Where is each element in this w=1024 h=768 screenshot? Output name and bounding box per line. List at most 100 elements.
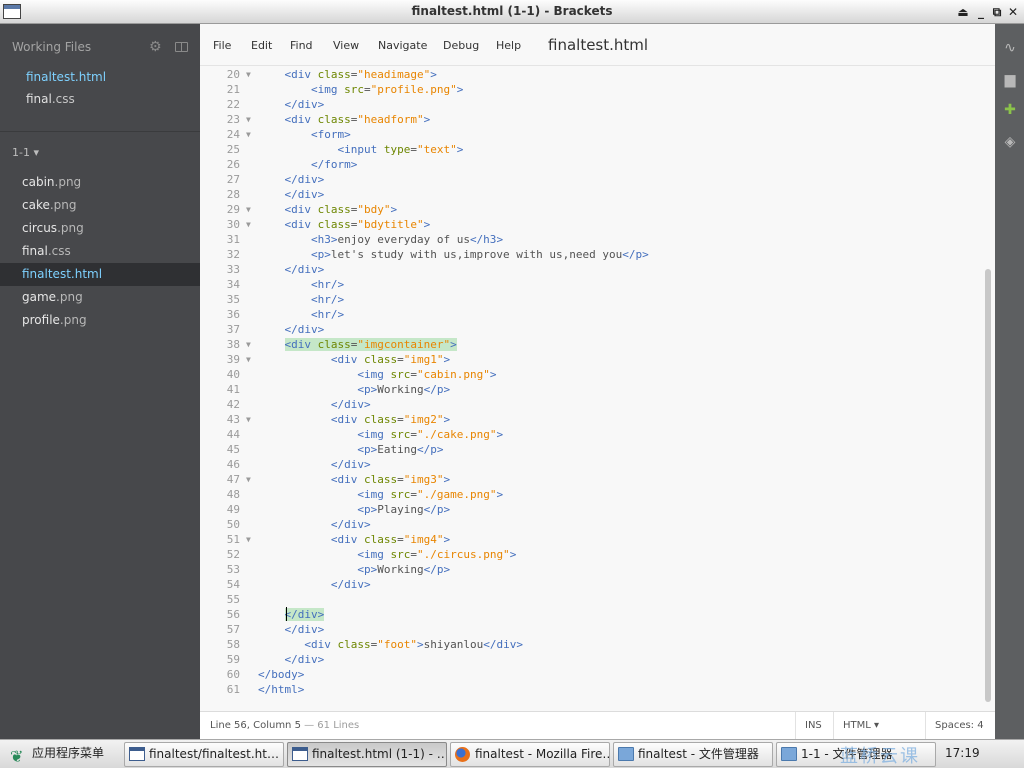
code-line[interactable]: 24 ▼ <form> bbox=[200, 127, 995, 142]
code-text: <p>let's study with us,improve with us,n… bbox=[310, 248, 649, 261]
code-line[interactable]: 60 </body> bbox=[200, 667, 995, 682]
maximize-button[interactable]: ⧉ bbox=[989, 4, 1005, 20]
split-view-icon[interactable] bbox=[175, 42, 188, 52]
menu-find[interactable]: Find bbox=[290, 39, 313, 52]
code-line[interactable]: 39 ▼ <div class="img1"> bbox=[200, 352, 995, 367]
file-tree-item-profile-png[interactable]: profile.png bbox=[0, 309, 200, 332]
line-number: 48 bbox=[226, 488, 240, 501]
indent-setting[interactable]: Spaces: 4 bbox=[935, 720, 984, 731]
taskbar-task-finaltest-editor[interactable]: finaltest/finaltest.ht… bbox=[124, 742, 284, 767]
code-line[interactable]: 58 <div class="foot">shiyanlou</div> bbox=[200, 637, 995, 652]
code-line[interactable]: 51 ▼ <div class="img4"> bbox=[200, 532, 995, 547]
code-line[interactable]: 38 ▼ <div class="imgcontainer"> bbox=[200, 337, 995, 352]
language-selector[interactable]: HTML ▾ bbox=[843, 720, 879, 731]
menu-file[interactable]: File bbox=[213, 39, 231, 52]
line-number: 20 bbox=[226, 68, 240, 81]
file-tree-item-game-png[interactable]: game.png bbox=[0, 286, 200, 309]
eject-icon[interactable]: ⏏ bbox=[955, 4, 971, 20]
code-line[interactable]: 42 </div> bbox=[200, 397, 995, 412]
working-file-finaltest-html[interactable]: finaltest.html bbox=[26, 70, 106, 84]
code-line[interactable]: 25 <input type="text"> bbox=[200, 142, 995, 157]
code-line[interactable]: 37 </div> bbox=[200, 322, 995, 337]
project-dropdown[interactable]: 1-1 ▾ bbox=[12, 146, 39, 159]
live-preview-icon[interactable]: ∿ bbox=[1001, 40, 1019, 56]
close-button[interactable]: ✕ bbox=[1005, 4, 1021, 20]
code-line[interactable]: 28 </div> bbox=[200, 187, 995, 202]
insert-mode-toggle[interactable]: INS bbox=[805, 720, 822, 731]
code-line[interactable]: 32 <p>let's study with us,improve with u… bbox=[200, 247, 995, 262]
code-line[interactable]: 61 </html> bbox=[200, 682, 995, 697]
code-line[interactable]: 33 </div> bbox=[200, 262, 995, 277]
code-line[interactable]: 30 ▼ <div class="bdytitle"> bbox=[200, 217, 995, 232]
code-line[interactable]: 55 bbox=[200, 592, 995, 607]
code-line[interactable]: 23 ▼ <div class="headform"> bbox=[200, 112, 995, 127]
code-line[interactable]: 29 ▼ <div class="bdy"> bbox=[200, 202, 995, 217]
code-line[interactable]: 44 <img src="./cake.png"> bbox=[200, 427, 995, 442]
code-line[interactable]: 59 </div> bbox=[200, 652, 995, 667]
fold-toggle-icon[interactable]: ▼ bbox=[246, 352, 251, 367]
file-tree-item-finaltest-html[interactable]: finaltest.html bbox=[0, 263, 200, 286]
file-tree-item-circus-png[interactable]: circus.png bbox=[0, 217, 200, 240]
fold-toggle-icon[interactable]: ▼ bbox=[246, 532, 251, 547]
fold-toggle-icon[interactable]: ▼ bbox=[246, 127, 251, 142]
code-line[interactable]: 34 <hr/> bbox=[200, 277, 995, 292]
extension-manager-icon[interactable]: ▆ bbox=[1001, 72, 1019, 88]
status-separator bbox=[795, 712, 796, 740]
code-line[interactable]: 35 <hr/> bbox=[200, 292, 995, 307]
working-file-final-css[interactable]: final.css bbox=[26, 92, 75, 106]
code-line[interactable]: 52 <img src="./circus.png"> bbox=[200, 547, 995, 562]
layers-icon[interactable]: ◈ bbox=[1001, 134, 1019, 150]
code-line[interactable]: 45 <p>Eating</p> bbox=[200, 442, 995, 457]
taskbar-task-firefox[interactable]: finaltest - Mozilla Fire… bbox=[450, 742, 610, 767]
taskbar-task-file-manager-finaltest[interactable]: finaltest - 文件管理器 bbox=[613, 742, 773, 767]
code-line[interactable]: 47 ▼ <div class="img3"> bbox=[200, 472, 995, 487]
file-tree-item-final-css[interactable]: final.css bbox=[0, 240, 200, 263]
menu-navigate[interactable]: Navigate bbox=[378, 39, 427, 52]
extension-gift-icon[interactable]: ✚ bbox=[1001, 102, 1019, 118]
code-line[interactable]: 46 </div> bbox=[200, 457, 995, 472]
fold-toggle-icon[interactable]: ▼ bbox=[246, 217, 251, 232]
line-number: 38 bbox=[226, 338, 240, 351]
code-text: <form> bbox=[310, 128, 351, 141]
code-line[interactable]: 53 <p>Working</p> bbox=[200, 562, 995, 577]
code-line[interactable]: 31 <h3>enjoy everyday of us</h3> bbox=[200, 232, 995, 247]
watermark-logo: 蓝桥云课 bbox=[840, 746, 920, 767]
fold-toggle-icon[interactable]: ▼ bbox=[246, 112, 251, 127]
code-line[interactable]: 50 </div> bbox=[200, 517, 995, 532]
file-tree-item-cake-png[interactable]: cake.png bbox=[0, 194, 200, 217]
code-line[interactable]: 26 </form> bbox=[200, 157, 995, 172]
code-line[interactable]: 41 <p>Working</p> bbox=[200, 382, 995, 397]
code-text: <p>Working</p> bbox=[357, 563, 451, 576]
code-text: </div> bbox=[330, 578, 371, 591]
file-tree-item-cabin-png[interactable]: cabin.png bbox=[0, 171, 200, 194]
code-line[interactable]: 54 </div> bbox=[200, 577, 995, 592]
fold-toggle-icon[interactable]: ▼ bbox=[246, 472, 251, 487]
gear-icon[interactable]: ⚙ bbox=[149, 39, 162, 55]
fold-toggle-icon[interactable]: ▼ bbox=[246, 202, 251, 217]
menu-debug[interactable]: Debug bbox=[443, 39, 479, 52]
code-line[interactable]: 56 </div> bbox=[200, 607, 995, 622]
code-editor[interactable]: 20 ▼ <div class="headimage"> 21 <img src="… bbox=[200, 66, 995, 711]
taskbar-task-brackets[interactable]: finaltest.html (1-1) - … bbox=[287, 742, 447, 767]
code-line[interactable]: 49 <p>Playing</p> bbox=[200, 502, 995, 517]
fold-toggle-icon[interactable]: ▼ bbox=[246, 412, 251, 427]
code-text: <p>Playing</p> bbox=[357, 503, 451, 516]
applications-menu-button[interactable]: ❦ 应用程序菜单 bbox=[6, 742, 104, 767]
code-line[interactable]: 22 </div> bbox=[200, 97, 995, 112]
editor-scrollbar[interactable] bbox=[985, 269, 991, 702]
code-line[interactable]: 48 <img src="./game.png"> bbox=[200, 487, 995, 502]
code-line[interactable]: 20 ▼ <div class="headimage"> bbox=[200, 67, 995, 82]
status-separator bbox=[833, 712, 834, 740]
fold-toggle-icon[interactable]: ▼ bbox=[246, 337, 251, 352]
menu-edit[interactable]: Edit bbox=[251, 39, 272, 52]
code-line[interactable]: 57 </div> bbox=[200, 622, 995, 637]
code-line[interactable]: 27 </div> bbox=[200, 172, 995, 187]
menu-help[interactable]: Help bbox=[496, 39, 521, 52]
code-line[interactable]: 43 ▼ <div class="img2"> bbox=[200, 412, 995, 427]
minimize-button[interactable]: _ bbox=[973, 4, 989, 20]
code-line[interactable]: 21 <img src="profile.png"> bbox=[200, 82, 995, 97]
code-line[interactable]: 40 <img src="cabin.png"> bbox=[200, 367, 995, 382]
menu-view[interactable]: View bbox=[333, 39, 359, 52]
code-line[interactable]: 36 <hr/> bbox=[200, 307, 995, 322]
fold-toggle-icon[interactable]: ▼ bbox=[246, 67, 251, 82]
